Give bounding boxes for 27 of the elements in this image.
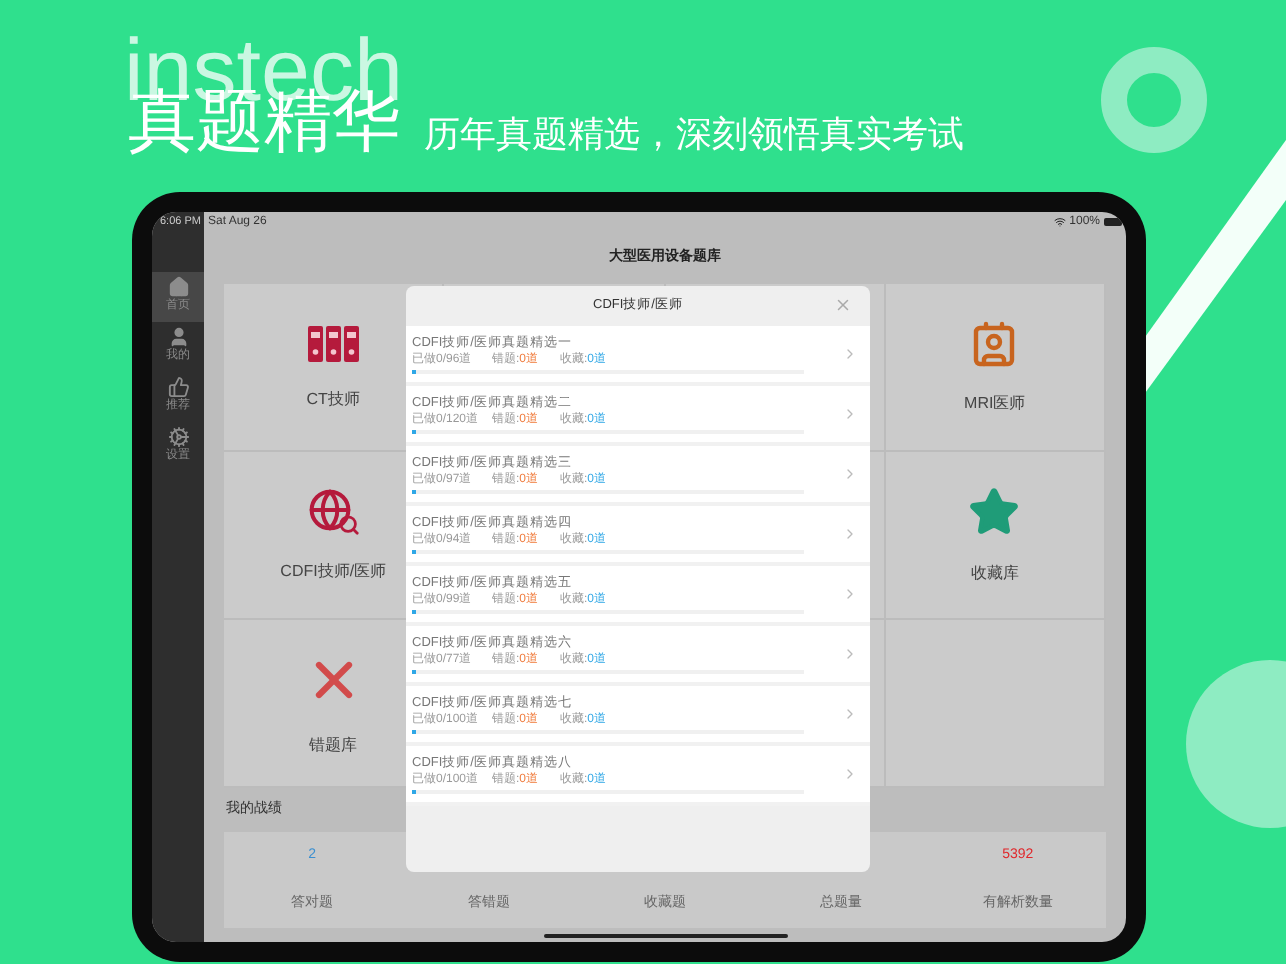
settings-icon xyxy=(167,426,189,448)
chevron-icon xyxy=(842,526,858,542)
chevron-icon xyxy=(842,706,858,722)
thumbs-up-icon xyxy=(167,376,189,398)
user-icon xyxy=(167,326,189,348)
subtitle: 历年真题精选，深刻领悟真实考试 xyxy=(424,116,964,156)
tile-label: MRI医师 xyxy=(964,391,1026,415)
tile-card[interactable]: MRI医师 xyxy=(885,284,1106,452)
globe-search-icon xyxy=(307,487,360,535)
chevron-icon xyxy=(842,346,858,362)
chevron-icon xyxy=(842,466,858,482)
close-icon[interactable] xyxy=(834,296,852,314)
chevron-icon xyxy=(842,646,858,662)
chevron-icon xyxy=(842,586,858,602)
chevron-icon xyxy=(842,406,858,422)
tile-label: 错题库 xyxy=(309,733,358,757)
home-icon xyxy=(167,276,189,298)
binders-icon xyxy=(307,323,360,363)
chevron-icon xyxy=(842,766,858,782)
tile-card[interactable]: 收藏库 xyxy=(885,452,1106,620)
tile-label: CDFI技师/医师 xyxy=(280,559,387,583)
tile-label: CT技师 xyxy=(306,387,360,411)
wifi-icon xyxy=(1053,216,1066,228)
contact-book-icon xyxy=(970,319,1019,367)
battery-icon xyxy=(1104,218,1122,226)
tile-label: 收藏库 xyxy=(970,561,1019,585)
star-icon xyxy=(968,485,1021,537)
